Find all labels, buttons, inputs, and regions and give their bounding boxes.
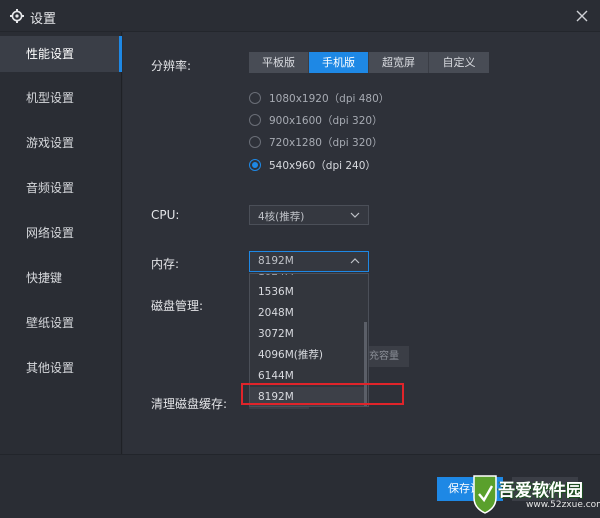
cpu-select[interactable]: 4核(推荐) [249,205,369,225]
shield-logo-icon [473,475,497,514]
dropdown-item-3072[interactable]: 3072M [250,324,364,345]
chevron-down-icon [350,212,360,218]
dropdown-item-1536[interactable]: 1536M [250,282,364,303]
annotation-highlight-box [241,383,404,405]
sidebar-item-network[interactable]: 网络设置 [0,215,122,251]
sidebar-item-game[interactable]: 游戏设置 [0,125,122,161]
radio-icon [249,136,261,148]
tab-ultrawide[interactable]: 超宽屏 [369,52,429,73]
expand-capacity-button[interactable]: 充容量 [369,346,409,367]
cpu-value: 4核(推荐) [258,211,305,223]
chevron-up-icon [350,258,360,264]
sidebar-item-other[interactable]: 其他设置 [0,350,122,386]
memory-select[interactable]: 8192M [249,251,369,272]
sidebar-item-shortcuts[interactable]: 快捷键 [0,260,122,296]
gear-icon [10,9,24,23]
sidebar-item-model[interactable]: 机型设置 [0,80,122,116]
dropdown-item-2048[interactable]: 2048M [250,303,364,324]
radio-icon [249,92,261,104]
resolution-option-1080[interactable]: 1080x1920（dpi 480） [249,89,389,107]
tab-tablet[interactable]: 平板版 [249,52,309,73]
title-bar: 设置 [0,0,600,32]
sidebar-item-performance[interactable]: 性能设置 [0,36,122,72]
resolution-option-540[interactable]: 540x960（dpi 240） [249,156,376,174]
resolution-option-900[interactable]: 900x1600（dpi 320） [249,111,383,129]
radio-icon [249,114,261,126]
disk-label: 磁盘管理: [151,299,204,313]
settings-content: 分辨率: 平板版 手机版 超宽屏 自定义 1080x1920（dpi 480） … [123,32,600,454]
tab-custom[interactable]: 自定义 [429,52,489,73]
watermark-text: 吾爱软件园 [498,481,583,501]
resolution-label: 分辨率: [151,59,192,73]
resolution-option-720[interactable]: 720x1280（dpi 320） [249,133,383,151]
watermark-url: www.52zxue.com [526,500,600,510]
close-icon[interactable] [572,6,592,26]
watermark: 吾爱软件园 www.52zxue.com [472,474,600,516]
dropdown-item-4096[interactable]: 4096M(推荐) [250,345,364,366]
sidebar-item-wallpaper[interactable]: 壁纸设置 [0,305,122,341]
tab-phone[interactable]: 手机版 [309,52,369,73]
resolution-tabs: 平板版 手机版 超宽屏 自定义 [249,52,489,73]
sidebar-item-audio[interactable]: 音频设置 [0,170,122,206]
cpu-label: CPU: [151,208,180,222]
clear-cache-label: 清理磁盘缓存: [151,397,228,411]
sidebar: 性能设置 机型设置 游戏设置 音频设置 网络设置 快捷键 壁纸设置 其他设置 [0,32,122,454]
memory-value: 8192M [258,255,294,267]
footer: 保存设置 取消 吾爱软件园 www.52zxue.com [0,454,600,518]
memory-label: 内存: [151,257,180,271]
radio-checked-icon [249,159,261,171]
window-title: 设置 [30,12,57,27]
